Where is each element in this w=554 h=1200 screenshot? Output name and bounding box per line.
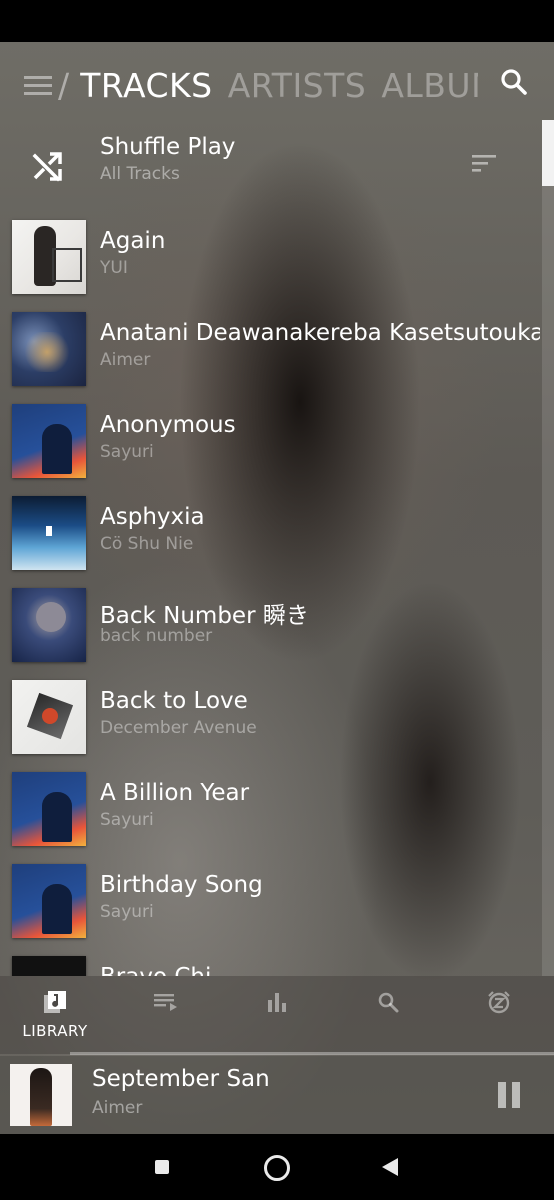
shuffle-play-title: Shuffle Play	[100, 134, 236, 160]
search-icon	[378, 992, 399, 1013]
track-row[interactable]: Anatani Deawanakereba Kasetsutouka Aimer	[0, 304, 540, 396]
track-artist: back number	[100, 626, 213, 646]
music-app: / TRACKS ARTISTS ALBUMS Shuffle Play All…	[0, 42, 554, 1134]
track-artist: YUI	[100, 258, 128, 278]
recents-icon[interactable]	[155, 1160, 169, 1174]
shuffle-icon	[30, 148, 66, 184]
now-playing-album-art	[10, 1064, 72, 1126]
album-art	[12, 588, 86, 662]
tab-bar: / TRACKS ARTISTS ALBUMS	[58, 64, 478, 108]
shuffle-play-row[interactable]: Shuffle Play All Tracks	[0, 128, 540, 204]
track-row[interactable]: Bravo Chi...	[0, 948, 540, 976]
track-artist: Sayuri	[100, 902, 154, 922]
track-row[interactable]: Back to Love December Avenue	[0, 672, 540, 764]
album-art	[12, 496, 86, 570]
track-title: Anatani Deawanakereba Kasetsutouka	[100, 320, 540, 346]
track-row[interactable]: Back Number 瞬き back number	[0, 580, 540, 672]
track-title: Again	[100, 228, 166, 254]
nav-search[interactable]	[333, 976, 443, 1054]
album-art	[12, 956, 86, 976]
now-playing-title: September San	[92, 1066, 270, 1092]
track-artist: Sayuri	[100, 810, 154, 830]
tab-divider: /	[58, 66, 70, 105]
scrollbar-track[interactable]	[542, 120, 554, 976]
nav-sleep-timer[interactable]	[444, 976, 554, 1054]
search-icon[interactable]	[498, 66, 530, 98]
album-art	[12, 772, 86, 846]
track-artist: December Avenue	[100, 718, 257, 738]
queue-icon	[154, 994, 177, 1011]
shuffle-play-subtitle: All Tracks	[100, 164, 180, 184]
track-title: Anonymous	[100, 412, 236, 438]
track-title: Bravo Chi...	[100, 964, 233, 976]
album-art	[12, 404, 86, 478]
bottom-navigation: LIBRARY	[0, 976, 554, 1054]
equalizer-icon	[268, 993, 286, 1012]
tab-albums[interactable]: ALBUMS	[381, 64, 478, 108]
scrollbar-thumb[interactable]	[542, 120, 554, 186]
now-playing-bar[interactable]: September San Aimer	[0, 1056, 554, 1134]
track-artist: Aimer	[100, 350, 151, 370]
track-title: Back Number 瞬き	[100, 603, 309, 629]
hamburger-menu-icon[interactable]	[24, 76, 52, 96]
album-art	[12, 220, 86, 294]
playback-progress-bar[interactable]	[70, 1052, 554, 1055]
nav-queue[interactable]	[111, 976, 221, 1054]
track-row[interactable]: Again YUI	[0, 212, 540, 304]
system-navigation-bar	[0, 1134, 554, 1200]
track-artist: Sayuri	[100, 442, 154, 462]
sort-icon[interactable]	[472, 154, 498, 174]
tab-artists[interactable]: ARTISTS	[228, 64, 367, 108]
track-title: Back to Love	[100, 688, 248, 714]
nav-library[interactable]: LIBRARY	[0, 976, 110, 1054]
track-row[interactable]: Anonymous Sayuri	[0, 396, 540, 488]
album-art	[12, 864, 86, 938]
status-bar	[0, 0, 554, 42]
track-title: Birthday Song	[100, 872, 263, 898]
track-list: Again YUI Anatani Deawanakereba Kasetsut…	[0, 212, 540, 976]
album-art	[12, 312, 86, 386]
top-header: / TRACKS ARTISTS ALBUMS	[0, 42, 554, 128]
library-icon	[44, 991, 66, 1013]
track-row[interactable]: A Billion Year Sayuri	[0, 764, 540, 856]
pause-icon[interactable]	[496, 1082, 522, 1108]
track-title: A Billion Year	[100, 780, 250, 806]
nav-library-label: LIBRARY	[22, 1022, 88, 1040]
tab-tracks[interactable]: TRACKS	[80, 64, 212, 108]
now-playing-artist: Aimer	[92, 1098, 143, 1118]
track-artist: Cö Shu Nie	[100, 534, 194, 554]
home-icon[interactable]	[264, 1155, 290, 1181]
sleep-timer-icon	[488, 991, 510, 1014]
track-row[interactable]: Birthday Song Sayuri	[0, 856, 540, 948]
back-icon[interactable]	[382, 1158, 398, 1176]
nav-equalizer[interactable]	[222, 976, 332, 1054]
track-row[interactable]: Asphyxia Cö Shu Nie	[0, 488, 540, 580]
track-title: Asphyxia	[100, 504, 205, 530]
album-art	[12, 680, 86, 754]
